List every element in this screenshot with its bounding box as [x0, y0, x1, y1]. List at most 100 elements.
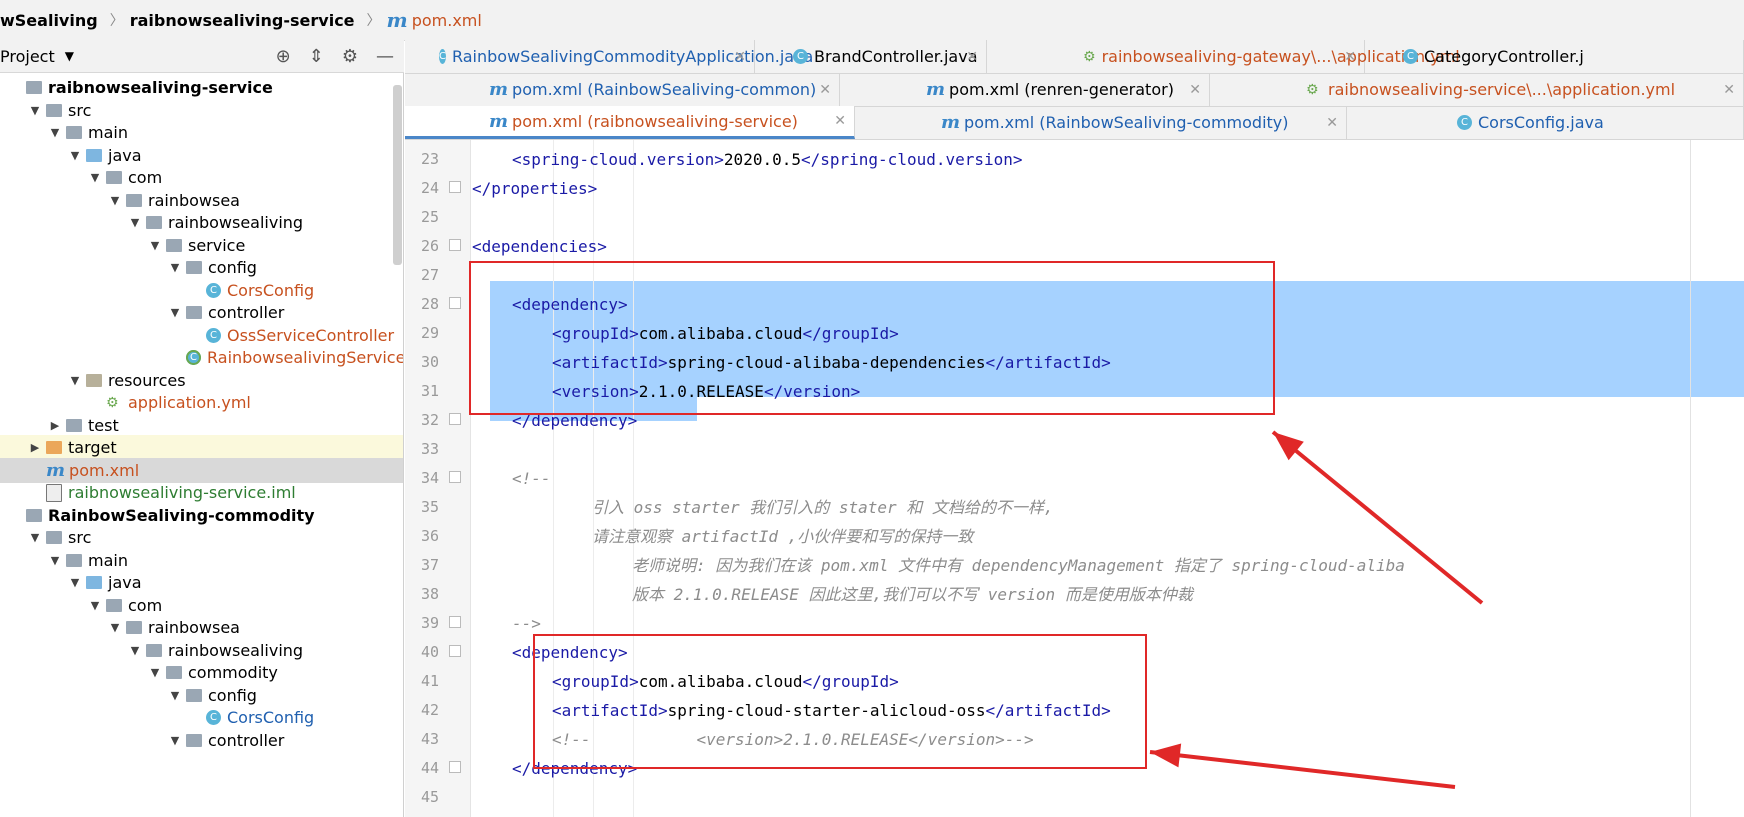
editor-tab[interactable]: m pom.xml (raibnowsealiving-service) ✕ — [405, 106, 855, 139]
editor-tab[interactable]: m pom.xml (RainbowSealiving-commodity) ✕ — [857, 106, 1347, 139]
tree-item[interactable]: ▼ controller — [0, 300, 403, 325]
code-editor[interactable]: 23 <spring-cloud.version>2020.0.5</spring… — [405, 140, 1744, 817]
chevron-down-icon[interactable]: ▼ — [28, 531, 42, 544]
maven-icon: m — [941, 112, 961, 133]
target-icon[interactable]: ⊕ — [276, 46, 291, 67]
tree-item[interactable]: m pom.xml — [0, 457, 403, 483]
tree-item[interactable]: ▼ java — [0, 143, 403, 168]
tree-item[interactable]: raibnowsealiving-service — [0, 75, 403, 100]
tree-item-label: java — [108, 573, 142, 592]
chevron-down-icon[interactable]: ▼ — [128, 216, 142, 229]
close-icon[interactable]: ✕ — [1723, 82, 1735, 98]
chevron-down-icon[interactable]: ▼ — [108, 621, 122, 634]
chevron-down-icon[interactable]: ▼ — [88, 171, 102, 184]
arrow-head-icon — [1273, 432, 1304, 461]
tree-item[interactable]: ⚙ application.yml — [0, 390, 403, 415]
chevron-down-icon[interactable]: ▼ — [68, 374, 82, 387]
tree-item[interactable]: ▶ target — [0, 435, 403, 460]
chevron-down-icon[interactable]: ▼ — [65, 49, 74, 63]
chevron-down-icon[interactable]: ▼ — [88, 599, 102, 612]
editor-tab[interactable]: C RainbowSealivingCommodityApplication.ja… — [405, 40, 813, 73]
tree-item[interactable]: ▼ config — [0, 683, 403, 708]
tree-item-label: RainbowsealivingServiceAp — [207, 348, 404, 367]
editor-tab[interactable]: C BrandController.java ✕ — [757, 40, 987, 73]
folder-icon — [46, 531, 62, 544]
tree-item[interactable]: ▼ config — [0, 255, 403, 280]
tree-item[interactable]: C RainbowsealivingServiceAp — [0, 345, 404, 370]
editor-tabs: C RainbowSealivingCommodityApplication.ja… — [405, 40, 1744, 140]
editor-tab[interactable]: m pom.xml (RainbowSealiving-common) ✕ — [405, 73, 840, 106]
tree-item[interactable]: ▼ src — [0, 98, 403, 123]
close-icon[interactable]: ✕ — [1326, 115, 1338, 131]
chevron-right-icon[interactable]: ▶ — [28, 441, 42, 454]
annotation-arrows — [1149, 430, 1484, 789]
tree-item[interactable]: C CorsConfig — [0, 278, 403, 303]
project-view-selector[interactable]: Project — [0, 47, 55, 66]
minimize-icon[interactable]: — — [376, 46, 394, 67]
chevron-down-icon[interactable]: ▼ — [48, 126, 62, 139]
folder-icon — [46, 441, 62, 454]
tree-item[interactable]: ▼ controller — [0, 728, 403, 753]
tree-item-label: main — [88, 123, 128, 142]
tree-item[interactable]: ▼ rainbowsealiving — [0, 638, 403, 663]
tree-item[interactable]: ▼ commodity — [0, 660, 403, 685]
navigation-breadcrumb: wSealiving 〉 raibnowsealiving-service 〉 … — [0, 0, 1744, 41]
breadcrumb-project[interactable]: wSealiving — [0, 11, 104, 30]
tree-item-label: target — [68, 438, 117, 457]
collapse-icon[interactable]: ⇕ — [309, 46, 324, 67]
class-icon: C — [206, 282, 221, 298]
maven-icon: m — [489, 79, 509, 100]
breadcrumb-file[interactable]: pom.xml — [412, 11, 482, 30]
chevron-down-icon[interactable]: ▼ — [108, 194, 122, 207]
editor-tab[interactable]: ⚙ raibnowsealiving-service\...\applicatio… — [1212, 73, 1744, 106]
editor-tab[interactable]: m pom.xml (renren-generator) ✕ — [842, 73, 1210, 106]
chevron-down-icon[interactable]: ▼ — [148, 666, 162, 679]
chevron-down-icon[interactable]: ▼ — [148, 239, 162, 252]
tree-item[interactable]: ▼ main — [0, 548, 403, 573]
tree-item[interactable]: ▼ rainbowsea — [0, 188, 403, 213]
package-icon — [186, 733, 202, 747]
tree-item[interactable]: RainbowSealiving-commodity — [0, 503, 403, 528]
class-icon: C — [793, 49, 808, 64]
tree-item[interactable]: ▼ src — [0, 525, 403, 550]
tree-item[interactable]: raibnowsealiving-service.iml — [0, 480, 403, 505]
editor-tab[interactable]: C CorsConfig.java — [1349, 106, 1744, 139]
chevron-down-icon[interactable]: ▼ — [68, 149, 82, 162]
tree-item-label: config — [208, 258, 257, 277]
tree-item[interactable]: ▼ resources — [0, 368, 403, 393]
chevron-down-icon[interactable]: ▼ — [168, 306, 182, 319]
chevron-down-icon[interactable]: ▼ — [68, 576, 82, 589]
tree-item[interactable]: ▼ com — [0, 165, 403, 190]
chevron-down-icon[interactable]: ▼ — [48, 554, 62, 567]
editor-tab[interactable]: ⚙ rainbowsealiving-gateway\...\applicatio… — [989, 40, 1460, 73]
close-icon[interactable]: ✕ — [1344, 49, 1356, 65]
tree-item[interactable]: C OssServiceController — [0, 323, 403, 348]
chevron-down-icon[interactable]: ▼ — [128, 644, 142, 657]
chevron-down-icon[interactable]: ▼ — [28, 104, 42, 117]
tree-item[interactable]: ▶ test — [0, 413, 403, 438]
tree-item[interactable]: ▼ rainbowsea — [0, 615, 403, 640]
breadcrumb-module[interactable]: raibnowsealiving-service — [130, 11, 361, 30]
close-icon[interactable]: ✕ — [834, 113, 846, 129]
folder-icon — [66, 418, 82, 432]
gear-icon[interactable]: ⚙ — [342, 46, 358, 67]
tree-item[interactable]: ▼ java — [0, 570, 403, 595]
tree-item[interactable]: ▼ rainbowsealiving — [0, 210, 403, 235]
chevron-down-icon[interactable]: ▼ — [168, 734, 182, 747]
chevron-down-icon[interactable]: ▼ — [168, 261, 182, 274]
chevron-right-icon[interactable]: ▶ — [48, 419, 62, 432]
tree-item[interactable]: C CorsConfig — [0, 705, 403, 730]
maven-icon: m — [489, 110, 509, 132]
editor-tab-label: raibnowsealiving-service\...\application… — [1328, 80, 1676, 99]
close-icon[interactable]: ✕ — [819, 82, 831, 98]
close-icon[interactable]: ✕ — [734, 49, 746, 65]
package-icon — [186, 306, 202, 319]
tree-item[interactable]: ▼ service — [0, 233, 403, 258]
tree-item[interactable]: ▼ main — [0, 120, 403, 145]
chevron-down-icon[interactable]: ▼ — [168, 689, 182, 702]
close-icon[interactable]: ✕ — [966, 49, 978, 65]
close-icon[interactable]: ✕ — [1189, 82, 1201, 98]
editor-tab-label: pom.xml (renren-generator) — [949, 80, 1174, 99]
editor-tab[interactable]: C CategoryController.j — [1367, 40, 1744, 73]
tree-item[interactable]: ▼ com — [0, 593, 403, 618]
